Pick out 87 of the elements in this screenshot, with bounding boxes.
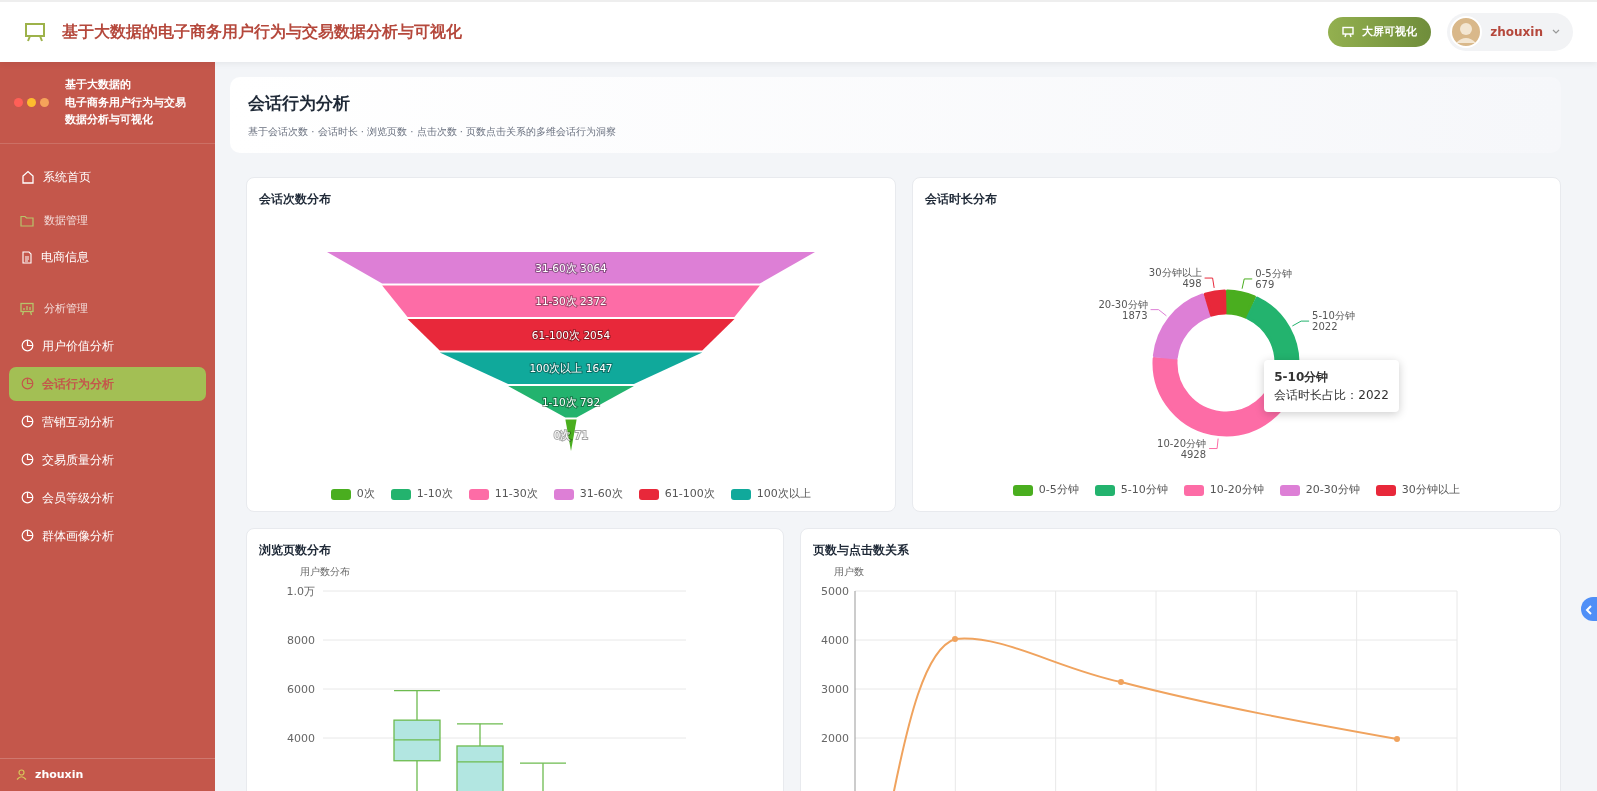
- app-title: 基于大数据的电子商务用户行为与交易数据分析与可视化: [62, 20, 462, 43]
- window-dot: [27, 97, 36, 107]
- chevron-left-icon: [1584, 603, 1594, 616]
- chart-title: 会话时长分布: [924, 191, 998, 209]
- page-subtitle: 基于会话次数 · 会话时长 · 浏览页数 · 点击次数 · 页数点击关系的多维会话行为洞察: [248, 125, 618, 140]
- user-menu[interactable]: zhouxin: [1447, 12, 1573, 51]
- monitor-icon: [1342, 25, 1355, 38]
- pie-chart-icon: [21, 415, 34, 429]
- page-title: 会话行为分析: [248, 91, 351, 115]
- segment-label: 61-100次 2054: [531, 329, 610, 342]
- segment-label: 100次以上 1647: [529, 362, 613, 375]
- pie-chart-icon: [21, 491, 34, 505]
- folder-icon: [20, 214, 34, 227]
- legend-item[interactable]: 11-30次: [468, 486, 538, 503]
- sidebar-item[interactable]: 会员等级分析: [9, 480, 206, 515]
- window-dot: [14, 97, 23, 107]
- leader-line: [1204, 277, 1215, 289]
- slice-label: 30分钟以上: [1149, 267, 1202, 279]
- axis-tick-label: 2000: [820, 732, 849, 746]
- collapse-tab[interactable]: [1581, 597, 1597, 621]
- axis-title: 用户数: [833, 566, 864, 578]
- segment-label: 11-30次 2372: [534, 295, 607, 308]
- pie-chart-icon: [21, 529, 34, 543]
- slice-label: 0-5分钟: [1255, 268, 1292, 280]
- leader-line: [1292, 321, 1310, 327]
- avatar: [1450, 15, 1483, 48]
- presentation-board-icon: [24, 20, 46, 43]
- axis-tick-label: 4000: [820, 634, 849, 648]
- chart-title: 浏览页数分布: [259, 542, 332, 560]
- slice-value: 679: [1255, 279, 1275, 291]
- data-point: [1393, 736, 1400, 743]
- leader-line: [1241, 278, 1253, 290]
- slice-label: 10-20分钟: [1157, 437, 1207, 449]
- axis-title: 用户数分布: [300, 566, 350, 578]
- legend-item[interactable]: 0次: [330, 486, 375, 503]
- segment-label: 1-10次 792: [541, 396, 600, 409]
- axis-tick-label: 8000: [287, 634, 315, 648]
- presentation-chart-icon: [20, 302, 34, 317]
- axis-tick-label: 4000: [287, 732, 315, 746]
- pie-chart-icon: [21, 453, 34, 467]
- sidebar-username: zhouxin: [35, 766, 84, 783]
- sidebar-item[interactable]: 用户价值分析: [9, 328, 206, 363]
- data-point: [951, 636, 958, 643]
- slice-value: 2022: [1312, 321, 1338, 333]
- leader-line: [1208, 438, 1219, 450]
- box-plot: [456, 723, 504, 791]
- box-plot: [519, 762, 567, 791]
- segment-label: 31-60次 3064: [534, 262, 607, 275]
- legend-item[interactable]: 20-30分钟: [1279, 482, 1360, 499]
- user-icon: [16, 769, 27, 781]
- sidebar-item[interactable]: 群体画像分析: [9, 518, 206, 553]
- group-label: 分析管理: [44, 301, 88, 318]
- slice-value: 498: [1182, 278, 1202, 290]
- sidebar-item[interactable]: 营销互动分析: [9, 404, 206, 439]
- document-icon: [21, 250, 33, 264]
- home-icon: [21, 169, 35, 184]
- sidebar-item[interactable]: 交易质量分析: [9, 442, 206, 477]
- legend-item[interactable]: 61-100次: [638, 486, 715, 503]
- window-dot: [40, 97, 49, 107]
- chart-title: 页数与点击数关系: [812, 542, 910, 560]
- sidebar-item[interactable]: 系统首页: [9, 159, 206, 194]
- pie-chart-icon: [21, 339, 34, 353]
- slice-value: 4928: [1180, 448, 1207, 460]
- legend-item[interactable]: 100次以上: [730, 486, 811, 503]
- legend-item[interactable]: 31-60次: [553, 486, 623, 503]
- axis-tick-label: 3000: [820, 683, 849, 697]
- slice-value: 1873: [1122, 310, 1148, 322]
- legend-item[interactable]: 1-10次: [390, 486, 453, 503]
- sidebar-brand-title: 基于大数据的 电子商务用户行为与交易 数据分析与可视化: [65, 76, 186, 129]
- slice-label: 20-30分钟: [1098, 299, 1148, 311]
- legend-item[interactable]: 10-20分钟: [1183, 482, 1264, 499]
- legend-item[interactable]: 5-10分钟: [1094, 482, 1168, 499]
- caret-icon: [1551, 27, 1561, 36]
- leader-line: [1150, 309, 1168, 317]
- tooltip-title: 5-10分钟: [1274, 369, 1330, 387]
- data-point: [1117, 679, 1124, 686]
- tooltip-text: 会话时长占比：2022: [1274, 387, 1389, 405]
- group-label: 数据管理: [44, 212, 88, 229]
- axis-tick-label: 6000: [287, 683, 315, 697]
- pie-chart-icon: [21, 377, 34, 391]
- axis-tick-label: 1.0万: [286, 585, 315, 599]
- legend-item[interactable]: 0-5分钟: [1012, 482, 1079, 499]
- axis-tick-label: 5000: [820, 585, 849, 599]
- chart-title: 会话次数分布: [259, 191, 332, 209]
- legend-item[interactable]: 30分钟以上: [1375, 482, 1460, 499]
- sidebar-item[interactable]: 电商信息: [9, 240, 206, 275]
- slice-label: 5-10分钟: [1312, 310, 1356, 322]
